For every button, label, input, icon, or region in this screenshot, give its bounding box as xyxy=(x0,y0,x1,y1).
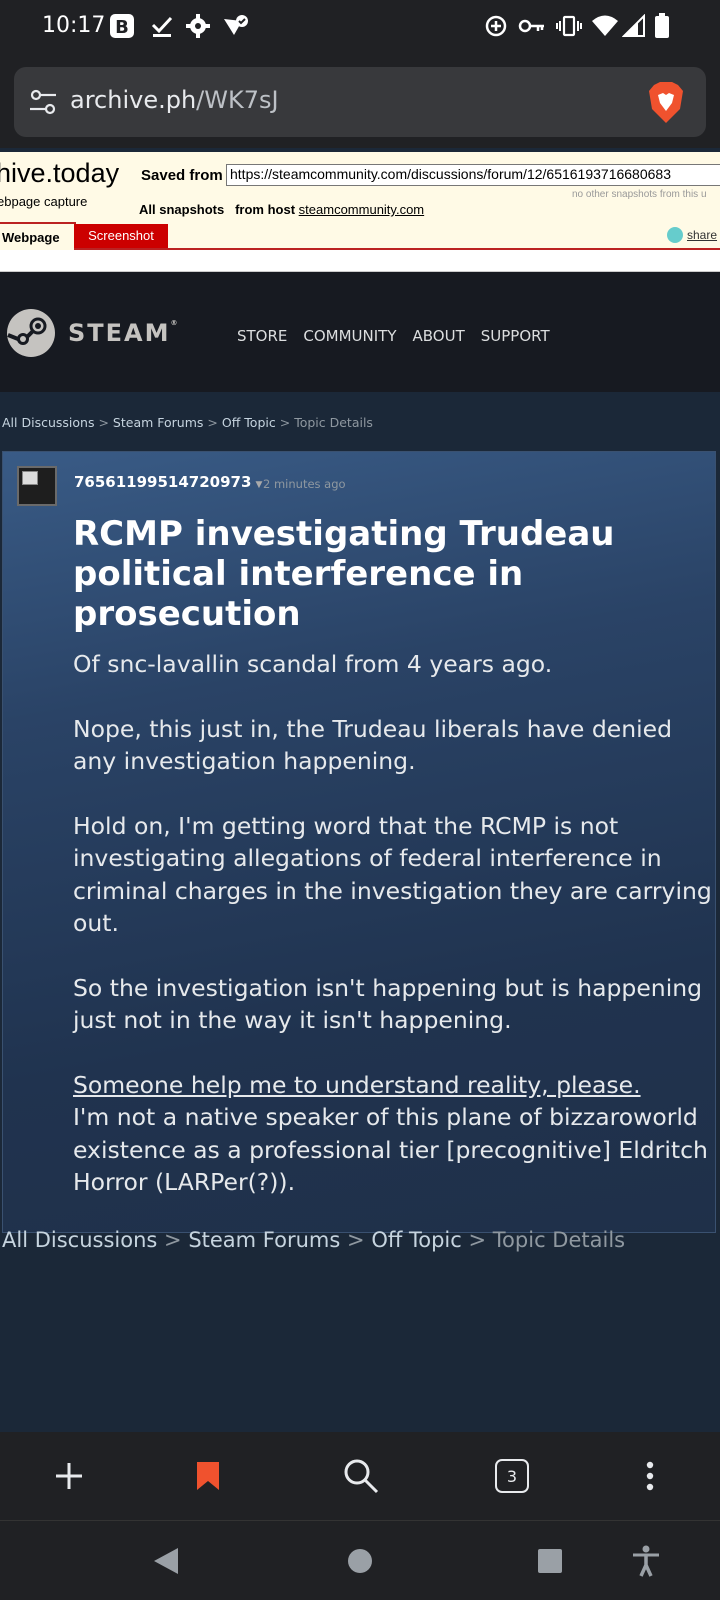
crumb-separator: > xyxy=(98,415,109,430)
body-paragraph-final: Someone help me to understand reality, p… xyxy=(73,1069,713,1199)
archive-header: hive.today ebpage capture Saved from htt… xyxy=(0,152,720,272)
tab-count: 3 xyxy=(495,1459,529,1493)
steam-nav: STORE COMMUNITY ABOUT SUPPORT xyxy=(237,327,566,345)
nav-community[interactable]: COMMUNITY xyxy=(303,327,396,345)
chevron-down-icon[interactable]: ▼ xyxy=(255,480,262,490)
steam-logo[interactable]: STEAM® xyxy=(6,308,180,358)
from-host-label: from host xyxy=(235,202,296,217)
crumb-separator: > xyxy=(347,1228,365,1252)
steam-wordmark: STEAM® xyxy=(68,319,180,347)
system-nav-bar xyxy=(0,1520,720,1600)
forum-content: All Discussions > Steam Forums > Off Top… xyxy=(0,392,720,1432)
steam-wordmark-text: STEAM xyxy=(68,319,171,347)
crumb-separator: > xyxy=(279,415,291,430)
crumb-separator: > xyxy=(468,1228,487,1252)
body-paragraph: So the investigation isn't happening but… xyxy=(73,973,703,1035)
browser-bottom-toolbar: 3 xyxy=(0,1432,720,1520)
crumb-steam-forums[interactable]: Steam Forums xyxy=(188,1228,340,1252)
data-saver-icon xyxy=(484,13,508,39)
trademark: ® xyxy=(170,319,180,327)
shield-icon xyxy=(222,13,250,39)
body-paragraph: Nope, this just in, the Trudeau liberals… xyxy=(73,714,673,776)
nav-store[interactable]: STORE xyxy=(237,327,287,345)
share-label: share xyxy=(687,228,718,242)
b-icon: B xyxy=(109,13,135,39)
crumb-current: Topic Details xyxy=(492,1228,626,1252)
battery-icon xyxy=(654,13,670,39)
status-bar: 10:17 B xyxy=(0,0,720,52)
url-text[interactable]: archive.ph/WK7sJ xyxy=(70,86,279,114)
tabs-icon[interactable]: 3 xyxy=(486,1450,538,1502)
plus-icon[interactable] xyxy=(43,1450,95,1502)
crumb-off-topic[interactable]: Off Topic xyxy=(371,1228,462,1252)
topic-title: RCMP investigating Trudeau political int… xyxy=(73,514,615,634)
breadcrumb-top: All Discussions > Steam Forums > Off Top… xyxy=(2,415,373,430)
tab-webpage[interactable]: Webpage xyxy=(0,222,76,250)
saved-from-label: Saved from xyxy=(141,167,223,184)
body-paragraph: Of snc-lavallin scandal from 4 years ago… xyxy=(73,650,553,678)
gear-icon xyxy=(186,13,210,39)
url-bar[interactable]: archive.ph/WK7sJ xyxy=(14,67,706,137)
more-icon[interactable] xyxy=(624,1450,676,1502)
crumb-all-discussions[interactable]: All Discussions xyxy=(2,415,94,430)
post-timestamp: 2 minutes ago xyxy=(263,477,346,491)
site-settings-icon[interactable] xyxy=(28,87,58,117)
signal-icon xyxy=(622,13,646,39)
brave-shields-icon[interactable] xyxy=(646,81,686,125)
topic-post: 76561199514720973 ▼ 2 minutes ago RCMP in… xyxy=(2,451,716,1233)
checkmark-icon xyxy=(150,13,174,39)
crumb-separator: > xyxy=(207,415,218,430)
crumb-current: Topic Details xyxy=(294,415,373,430)
host-link[interactable]: steamcommunity.com xyxy=(299,202,424,217)
url-path: /WK7sJ xyxy=(196,86,279,114)
author-id: 76561199514720973 xyxy=(74,473,252,491)
crumb-all-discussions[interactable]: All Discussions xyxy=(2,1228,157,1252)
home-icon[interactable] xyxy=(340,1541,380,1581)
share-icon xyxy=(667,227,683,243)
status-time: 10:17 xyxy=(42,13,106,38)
tab-screenshot[interactable]: Screenshot xyxy=(74,224,168,248)
crumb-steam-forums[interactable]: Steam Forums xyxy=(113,415,203,430)
key-icon xyxy=(518,13,546,39)
bookmark-icon[interactable] xyxy=(182,1450,234,1502)
snapshots-row: All snapshots from host steamcommunity.c… xyxy=(139,202,424,217)
nav-support[interactable]: SUPPORT xyxy=(481,327,550,345)
breadcrumb-bottom: All Discussions > Steam Forums > Off Top… xyxy=(2,1228,625,1252)
wifi-icon xyxy=(591,13,619,39)
archive-subtitle: ebpage capture xyxy=(0,194,88,209)
archive-spacer xyxy=(0,250,720,272)
crumb-separator: > xyxy=(164,1228,182,1252)
body-paragraph: Hold on, I'm getting word that the RCMP … xyxy=(73,811,712,938)
avatar[interactable] xyxy=(17,466,57,506)
author-name[interactable]: 76561199514720973 ▼ xyxy=(74,473,262,491)
accessibility-icon[interactable] xyxy=(626,1541,666,1581)
search-icon[interactable] xyxy=(335,1450,387,1502)
snapshot-note: no other snapshots from this u xyxy=(572,189,707,200)
share-link[interactable]: share xyxy=(667,227,717,243)
broken-image-icon xyxy=(22,471,38,485)
url-domain: archive.ph xyxy=(70,86,197,114)
back-icon[interactable] xyxy=(146,1541,186,1581)
recents-icon[interactable] xyxy=(530,1541,570,1581)
steam-logo-icon xyxy=(7,309,55,357)
underlined-text: Someone help me to understand reality, p… xyxy=(73,1070,641,1099)
archive-brand[interactable]: hive.today xyxy=(0,158,119,189)
final-text: I'm not a native speaker of this plane o… xyxy=(73,1103,708,1196)
steam-header: STEAM® STORE COMMUNITY ABOUT SUPPORT xyxy=(0,272,720,392)
browser-toolbar: archive.ph/WK7sJ xyxy=(0,52,720,148)
crumb-off-topic[interactable]: Off Topic xyxy=(222,415,276,430)
saved-url-field[interactable]: https://steamcommunity.com/discussions/f… xyxy=(226,164,720,186)
nav-about[interactable]: ABOUT xyxy=(413,327,465,345)
all-snapshots-label[interactable]: All snapshots xyxy=(139,202,224,217)
svg-text:B: B xyxy=(115,17,129,38)
topic-body: Of snc-lavallin scandal from 4 years ago… xyxy=(73,648,713,1199)
vibrate-icon xyxy=(555,13,583,39)
